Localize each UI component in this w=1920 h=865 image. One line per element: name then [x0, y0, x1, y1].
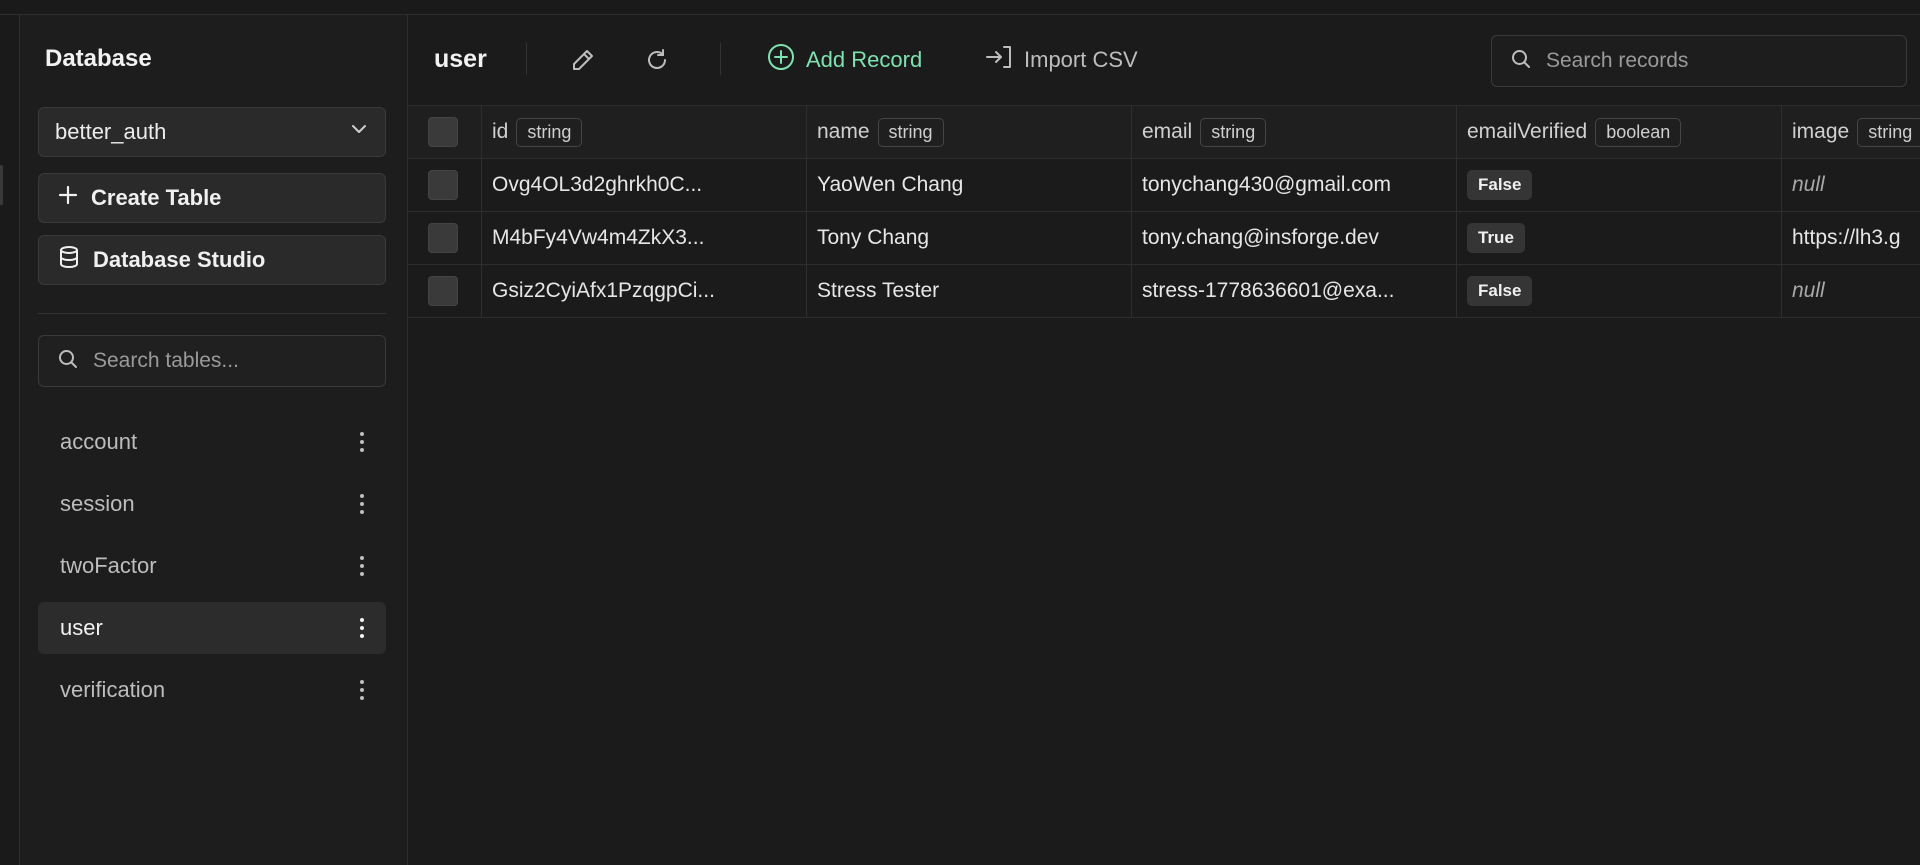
table-item-label: session: [60, 491, 135, 516]
cell-name[interactable]: Stress Tester: [807, 265, 1132, 317]
database-studio-button[interactable]: Database Studio: [38, 235, 386, 285]
column-name: emailVerified: [1467, 120, 1588, 143]
table-list: account session twoFactor user verificat…: [38, 416, 386, 726]
table-title: user: [434, 45, 487, 73]
database-select[interactable]: better_auth: [38, 107, 386, 157]
null-value: null: [1792, 279, 1825, 302]
import-csv-button[interactable]: Import CSV: [984, 41, 1138, 79]
table-row[interactable]: M4bFy4Vw4m4ZkX3... Tony Chang tony.chang…: [408, 212, 1920, 265]
column-type-badge: string: [877, 117, 944, 147]
cell-emailverified[interactable]: False: [1457, 265, 1782, 317]
search-icon: [1510, 48, 1532, 75]
row-checkbox[interactable]: [428, 223, 458, 253]
icon-rail: [0, 15, 20, 865]
column-header-email[interactable]: email string: [1132, 106, 1457, 158]
column-name: email: [1142, 120, 1193, 143]
cell-email[interactable]: tony.chang@insforge.dev: [1132, 212, 1457, 264]
boolean-badge: True: [1467, 223, 1525, 253]
table-item-label: user: [60, 615, 103, 640]
sidebar-divider: [38, 313, 386, 314]
column-name: name: [817, 120, 870, 143]
cell-email[interactable]: stress-1778636601@exa...: [1132, 265, 1457, 317]
table-item-label: twoFactor: [60, 553, 157, 578]
select-all-checkbox[interactable]: [428, 117, 458, 147]
column-type-badge: boolean: [1595, 117, 1682, 147]
toolbar-divider: [720, 43, 721, 75]
table-view: user Add Record Import CSV Search record…: [408, 15, 1920, 865]
column-type-badge: string: [516, 117, 583, 147]
row-checkbox[interactable]: [428, 170, 458, 200]
records-table: id string name string email string emailVer…: [408, 106, 1920, 318]
cell-id[interactable]: Gsiz2CyiAfx1PzqgpCi...: [482, 265, 807, 317]
edit-icon[interactable]: [566, 43, 600, 77]
column-header-emailverified[interactable]: emailVerified boolean: [1457, 106, 1782, 158]
row-select-cell: [408, 265, 482, 317]
refresh-icon[interactable]: [640, 43, 674, 77]
table-search-input[interactable]: [91, 348, 355, 374]
plus-icon: [57, 184, 79, 212]
null-value: null: [1792, 173, 1825, 196]
sidebar-title: Database: [45, 45, 152, 72]
cell-image[interactable]: https://lh3.g: [1782, 212, 1920, 264]
cell-emailverified[interactable]: True: [1457, 212, 1782, 264]
table-toolbar: user Add Record Import CSV: [408, 15, 1920, 106]
column-header-id[interactable]: id string: [482, 106, 807, 158]
import-csv-label: Import CSV: [1024, 47, 1138, 72]
sidebar-item-verification[interactable]: verification: [38, 664, 386, 716]
boolean-badge: False: [1467, 170, 1533, 200]
cell-image[interactable]: null: [1782, 159, 1920, 211]
column-type-badge: string: [1200, 117, 1267, 147]
database-sidebar: Database better_auth Create Table Databa…: [20, 15, 408, 865]
table-search[interactable]: [38, 335, 386, 387]
cell-id[interactable]: Ovg4OL3d2ghrkh0C...: [482, 159, 807, 211]
cell-image[interactable]: null: [1782, 265, 1920, 317]
sidebar-item-session[interactable]: session: [38, 478, 386, 530]
record-search[interactable]: [1491, 35, 1907, 87]
chevron-down-icon: [349, 119, 369, 145]
column-header-image[interactable]: image string: [1782, 106, 1920, 158]
more-vertical-icon[interactable]: [356, 614, 368, 642]
database-icon: [57, 245, 81, 275]
more-vertical-icon[interactable]: [356, 490, 368, 518]
cell-name[interactable]: YaoWen Chang: [807, 159, 1132, 211]
top-bar: [0, 0, 1920, 15]
row-checkbox[interactable]: [428, 276, 458, 306]
rail-active-marker: [0, 165, 3, 205]
column-type-badge: string: [1857, 117, 1920, 147]
row-select-cell: [408, 212, 482, 264]
column-name: image: [1792, 120, 1850, 143]
table-header-row: id string name string email string emailVer…: [408, 106, 1920, 159]
import-icon: [984, 42, 1014, 78]
sidebar-item-account[interactable]: account: [38, 416, 386, 468]
header-select-cell: [408, 106, 482, 158]
boolean-badge: False: [1467, 276, 1533, 306]
cell-name[interactable]: Tony Chang: [807, 212, 1132, 264]
table-row[interactable]: Ovg4OL3d2ghrkh0C... YaoWen Chang tonycha…: [408, 159, 1920, 212]
more-vertical-icon[interactable]: [356, 676, 368, 704]
toolbar-divider: [526, 43, 527, 75]
image-url-value: https://lh3.g: [1792, 226, 1901, 249]
cell-email[interactable]: tonychang430@gmail.com: [1132, 159, 1457, 211]
search-icon: [57, 348, 79, 375]
plus-circle-icon: [766, 42, 796, 78]
create-table-label: Create Table: [91, 185, 222, 210]
record-search-input[interactable]: [1544, 48, 1808, 74]
column-name: id: [492, 120, 509, 143]
more-vertical-icon[interactable]: [356, 428, 368, 456]
row-select-cell: [408, 159, 482, 211]
table-item-label: verification: [60, 677, 166, 702]
database-select-value: better_auth: [55, 119, 167, 144]
sidebar-item-user[interactable]: user: [38, 602, 386, 654]
add-record-label: Add Record: [806, 47, 923, 72]
cell-id[interactable]: M4bFy4Vw4m4ZkX3...: [482, 212, 807, 264]
add-record-button[interactable]: Add Record: [766, 41, 922, 79]
create-table-button[interactable]: Create Table: [38, 173, 386, 223]
table-item-label: account: [60, 429, 138, 454]
more-vertical-icon[interactable]: [356, 552, 368, 580]
sidebar-item-twofactor[interactable]: twoFactor: [38, 540, 386, 592]
cell-emailverified[interactable]: False: [1457, 159, 1782, 211]
column-header-name[interactable]: name string: [807, 106, 1132, 158]
database-studio-label: Database Studio: [93, 247, 266, 272]
table-row[interactable]: Gsiz2CyiAfx1PzqgpCi... Stress Tester str…: [408, 265, 1920, 318]
